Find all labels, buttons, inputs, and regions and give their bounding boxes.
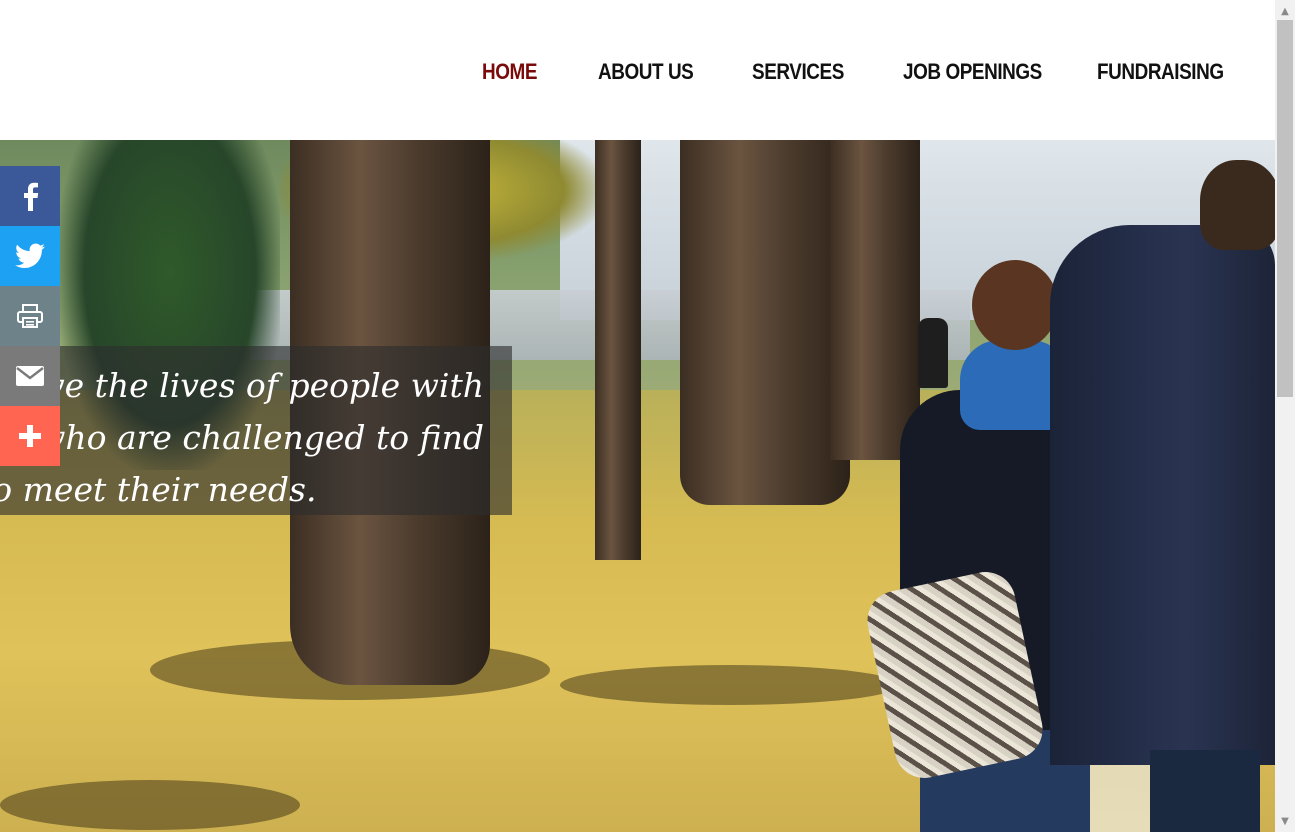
- quote-line: To improve the lives of people with: [0, 366, 484, 405]
- facebook-icon: [24, 182, 39, 211]
- mission-quote: To improve the lives of people with disa…: [0, 360, 484, 515]
- share-sidebar: [0, 166, 60, 466]
- twitter-share-button[interactable]: [0, 226, 60, 286]
- person-in-coat: [1050, 160, 1275, 832]
- mission-quote-box: To improve the lives of people with disa…: [0, 346, 512, 515]
- email-icon: [16, 366, 44, 386]
- nav-job-openings[interactable]: JOB OPENINGS: [903, 56, 1042, 88]
- facebook-share-button[interactable]: [0, 166, 60, 226]
- email-share-button[interactable]: [0, 346, 60, 406]
- nav-fundraising[interactable]: FUNDRAISING: [1097, 56, 1224, 88]
- print-icon: [17, 304, 43, 328]
- more-share-button[interactable]: [0, 406, 60, 466]
- site-header: HOME ABOUT US SERVICES JOB OPENINGS FUND…: [0, 0, 1275, 140]
- tree-trunk: [595, 140, 641, 560]
- page-scrollbar[interactable]: ▲ ▼: [1275, 0, 1295, 832]
- nav-services[interactable]: SERVICES: [752, 56, 844, 88]
- tree-shadow: [560, 665, 900, 705]
- nav-home[interactable]: HOME: [482, 56, 537, 88]
- page: HOME ABOUT US SERVICES JOB OPENINGS FUND…: [0, 0, 1275, 832]
- print-share-button[interactable]: [0, 286, 60, 346]
- quote-line: disabilities who are challenged to find: [0, 418, 484, 457]
- nav-about-us[interactable]: ABOUT US: [598, 56, 694, 88]
- tree-shadow: [0, 780, 300, 830]
- quote-line: to meet their needs.: [0, 470, 317, 509]
- scroll-thumb[interactable]: [1277, 20, 1293, 397]
- tree-trunk: [680, 140, 850, 505]
- scroll-up-arrow[interactable]: ▲: [1275, 2, 1295, 20]
- twitter-icon: [15, 243, 45, 268]
- scroll-down-arrow[interactable]: ▼: [1275, 812, 1295, 830]
- plus-icon: [19, 425, 41, 447]
- main-nav: HOME ABOUT US SERVICES JOB OPENINGS FUND…: [0, 56, 1275, 88]
